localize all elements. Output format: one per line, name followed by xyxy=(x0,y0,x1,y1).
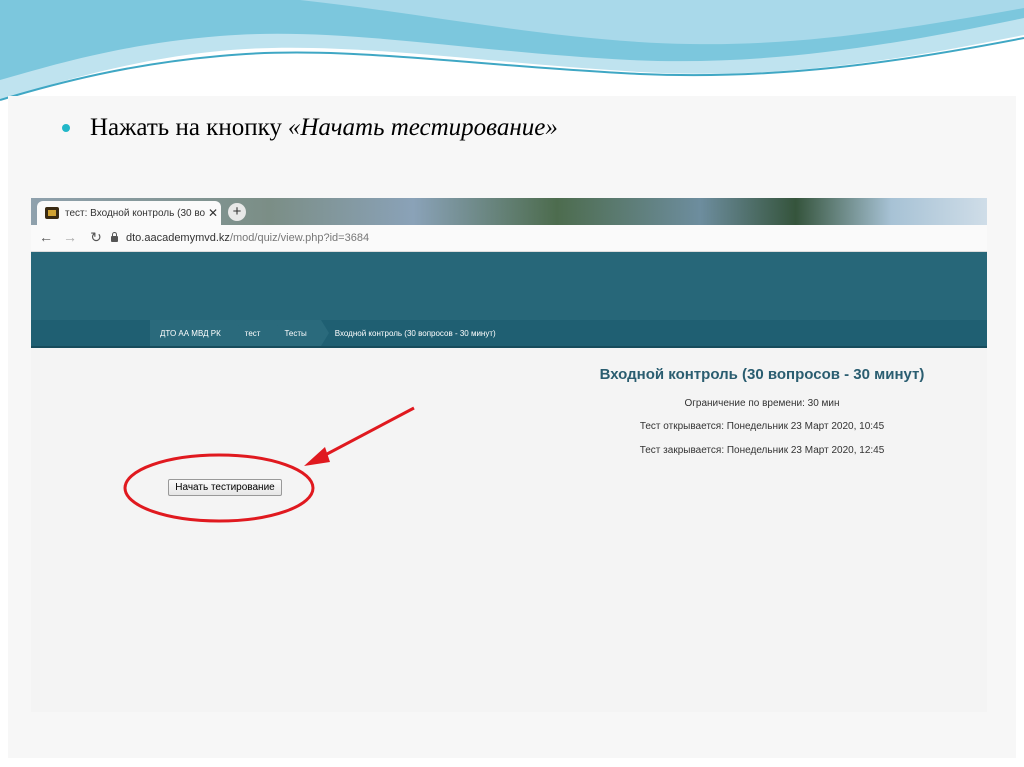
url-host: dto.aacademymvd.kz xyxy=(126,232,230,244)
site-header-banner xyxy=(31,252,987,320)
breadcrumb: ДТО АА МВД РК тест Тесты Входной контрол… xyxy=(31,320,987,348)
favicon-icon xyxy=(45,207,59,219)
browser-window: тест: Входной контроль (30 вопро ✕ + ← →… xyxy=(31,198,987,712)
new-tab-button[interactable]: + xyxy=(228,203,246,221)
address-bar: ← → ↻ dto.aacademymvd.kz /mod/quiz/view.… xyxy=(31,225,987,252)
close-tab-icon[interactable]: ✕ xyxy=(205,206,221,220)
closes-date-text: Тест закрывается: Понедельник 23 Март 20… xyxy=(639,445,885,456)
forward-arrow-icon[interactable]: → xyxy=(61,229,79,245)
tab-bar: тест: Входной контроль (30 вопро ✕ + xyxy=(31,198,987,225)
bullet-emphasis: «Начать тестирование» xyxy=(287,114,558,141)
breadcrumb-item-home[interactable]: ДТО АА МВД РК xyxy=(150,320,243,346)
time-limit-text: Ограничение по времени: 30 мин xyxy=(684,398,840,409)
bullet-text: Нажать на кнопку xyxy=(90,114,282,141)
tab-title: тест: Входной контроль (30 вопро xyxy=(65,207,205,219)
browser-tab[interactable]: тест: Входной контроль (30 вопро ✕ xyxy=(37,201,221,225)
breadcrumb-item-current: Входной контроль (30 вопросов - 30 минут… xyxy=(334,328,496,338)
bullet-dot-icon xyxy=(62,124,70,132)
opens-date-text: Тест открывается: Понедельник 23 Март 20… xyxy=(639,421,885,432)
url-field[interactable]: dto.aacademymvd.kz /mod/quiz/view.php?id… xyxy=(111,228,981,248)
page-title: Входной контроль (30 вопросов - 30 минут… xyxy=(599,366,925,383)
lock-icon xyxy=(111,232,118,242)
start-test-button[interactable]: Начать тестирование xyxy=(168,479,282,496)
bullet-instruction: Нажать на кнопку «Начать тестирование» xyxy=(62,112,558,144)
reload-icon[interactable]: ↻ xyxy=(87,229,105,246)
url-path: /mod/quiz/view.php?id=3684 xyxy=(229,232,370,244)
back-arrow-icon[interactable]: ← xyxy=(37,229,55,245)
